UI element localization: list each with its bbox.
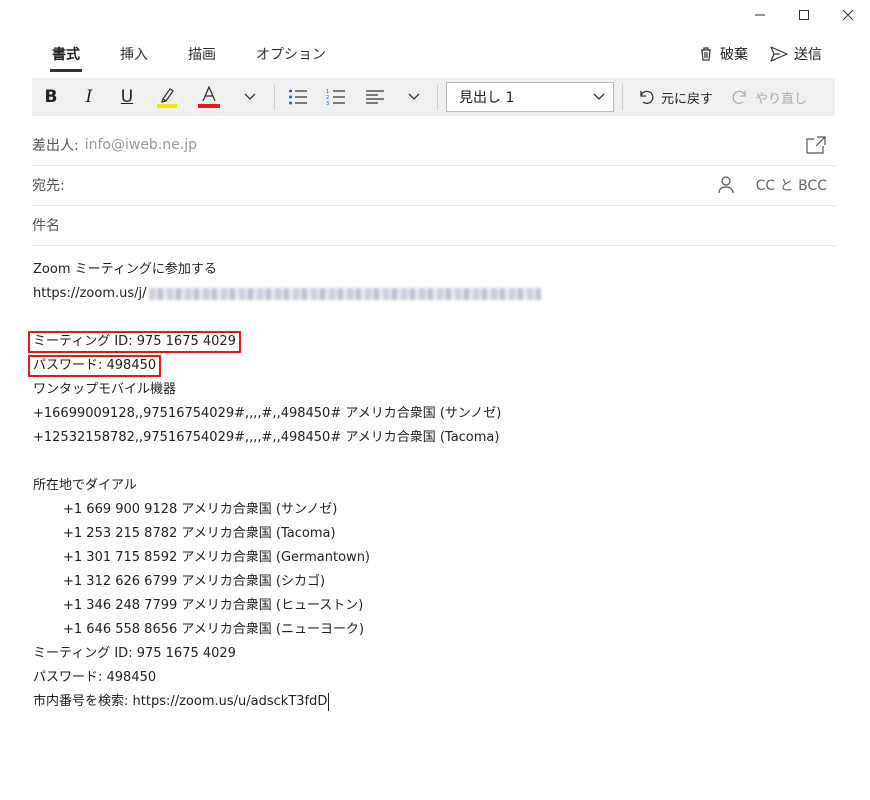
maximize-icon <box>799 10 809 20</box>
cc-bcc-button[interactable]: CC と BCC <box>756 175 827 195</box>
redacted-link <box>148 287 541 300</box>
meeting-id-highlight-line: ミーティング ID: 975 1675 4029 <box>28 330 541 354</box>
undo-icon <box>640 90 654 105</box>
chevron-down-icon <box>593 93 605 100</box>
subject-label: 件名 <box>32 218 60 234</box>
highlight-button[interactable] <box>146 78 188 116</box>
trash-icon <box>701 47 711 61</box>
to-right-controls: CC と BCC <box>718 175 827 195</box>
font-color-button[interactable] <box>188 78 230 116</box>
tab-insert[interactable]: 挿入 <box>120 44 148 70</box>
close-button[interactable] <box>826 0 870 30</box>
subject-field[interactable]: 件名 <box>32 205 835 246</box>
numbering-button[interactable]: 123 <box>317 78 355 116</box>
dial-number: +1 669 900 9128 アメリカ合衆国 (サンノゼ) <box>63 502 338 517</box>
toolbar-separator <box>274 84 275 110</box>
style-select-value: 見出し 1 <box>459 90 515 106</box>
bullet-list-icon <box>289 89 307 105</box>
popout-icon <box>806 136 826 154</box>
tab-options[interactable]: オプション <box>256 44 326 70</box>
send-label: 送信 <box>794 47 822 63</box>
local-number-line: 市内番号を検索: https://zoom.us/u/adsckT3fdD <box>33 690 541 714</box>
send-button[interactable]: 送信 <box>770 44 822 64</box>
body-line: ワンタップモバイル機器 <box>33 382 177 397</box>
minimize-icon <box>755 14 765 16</box>
from-label: 差出人: <box>32 138 79 154</box>
person-icon[interactable] <box>718 176 734 194</box>
highlighter-icon <box>157 88 177 108</box>
redo-label: やり直し <box>755 91 808 107</box>
message-body[interactable]: Zoom ミーティングに参加する https://zoom.us/j/ ミーティ… <box>28 258 541 714</box>
paragraph-more-dropdown[interactable] <box>395 78 433 116</box>
format-toolbar: B I U 123 見出し 1 元に戻す やり直し <box>32 78 835 116</box>
dial-number: +1 253 215 8782 アメリカ合衆国 (Tacoma) <box>63 526 336 541</box>
zoom-link-line: https://zoom.us/j/ <box>33 282 541 306</box>
maximize-button[interactable] <box>782 0 826 30</box>
ribbon-tabs: 書式 挿入 描画 オプション <box>50 44 366 72</box>
toolbar-separator <box>622 84 623 110</box>
svg-text:3: 3 <box>326 101 329 106</box>
window-controls <box>738 0 870 30</box>
body-line: ミーティング ID: 975 1675 4029 <box>33 646 236 661</box>
password-boxed: パスワード: 498450 <box>28 355 162 377</box>
numbered-list-icon: 123 <box>326 89 345 106</box>
password-highlight-line: パスワード: 498450 <box>28 354 541 378</box>
body-line: 所在地でダイアル <box>33 478 137 493</box>
popout-button[interactable] <box>805 135 827 155</box>
one-tap-number: +16699009128,,97516754029#,,,,#,,498450#… <box>33 406 502 421</box>
redo-icon <box>732 90 746 105</box>
meeting-id-boxed: ミーティング ID: 975 1675 4029 <box>28 331 241 353</box>
dial-number: +1 301 715 8592 アメリカ合衆国 (Germantown) <box>63 550 371 565</box>
dial-number: +1 312 626 6799 アメリカ合衆国 (シカゴ) <box>63 574 326 589</box>
from-field[interactable]: 差出人: info@iweb.ne.jp <box>32 125 835 166</box>
italic-button[interactable]: I <box>70 78 108 116</box>
undo-label: 元に戻す <box>661 91 714 107</box>
text-caret <box>328 692 330 711</box>
send-icon <box>770 46 788 62</box>
dial-number: +1 346 248 7799 アメリカ合衆国 (ヒューストン) <box>63 598 364 613</box>
discard-label: 破棄 <box>720 47 748 63</box>
underline-button[interactable]: U <box>108 78 146 116</box>
style-select[interactable]: 見出し 1 <box>446 82 614 112</box>
align-left-icon <box>366 90 384 104</box>
top-actions: 破棄 送信 <box>698 44 822 64</box>
font-color-icon <box>198 85 220 108</box>
toolbar-separator <box>437 84 438 110</box>
dial-number: +1 646 558 8656 アメリカ合衆国 (ニューヨーク) <box>63 622 365 637</box>
bold-button[interactable]: B <box>32 78 70 116</box>
tab-format[interactable]: 書式 <box>50 44 82 72</box>
chevron-down-icon <box>408 93 420 100</box>
to-label: 宛先: <box>32 178 65 194</box>
redo-button[interactable]: やり直し <box>731 88 807 107</box>
from-value: info@iweb.ne.jp <box>84 137 197 153</box>
minimize-button[interactable] <box>738 0 782 30</box>
more-format-dropdown[interactable] <box>230 78 270 116</box>
zoom-link: https://zoom.us/j/ <box>33 286 147 301</box>
align-button[interactable] <box>355 78 395 116</box>
to-field[interactable]: 宛先: CC と BCC <box>32 165 835 206</box>
discard-button[interactable]: 破棄 <box>698 44 748 64</box>
body-line: Zoom ミーティングに参加する <box>33 262 217 277</box>
tab-draw[interactable]: 描画 <box>188 44 216 70</box>
chevron-down-icon <box>244 93 256 100</box>
local-number-text: 市内番号を検索: https://zoom.us/u/adsckT3fdD <box>33 694 328 709</box>
bullets-button[interactable] <box>279 78 317 116</box>
close-icon <box>842 9 854 21</box>
one-tap-number: +12532158782,,97516754029#,,,,#,,498450#… <box>33 430 500 445</box>
body-line: パスワード: 498450 <box>33 670 157 685</box>
undo-button[interactable]: 元に戻す <box>637 88 713 107</box>
